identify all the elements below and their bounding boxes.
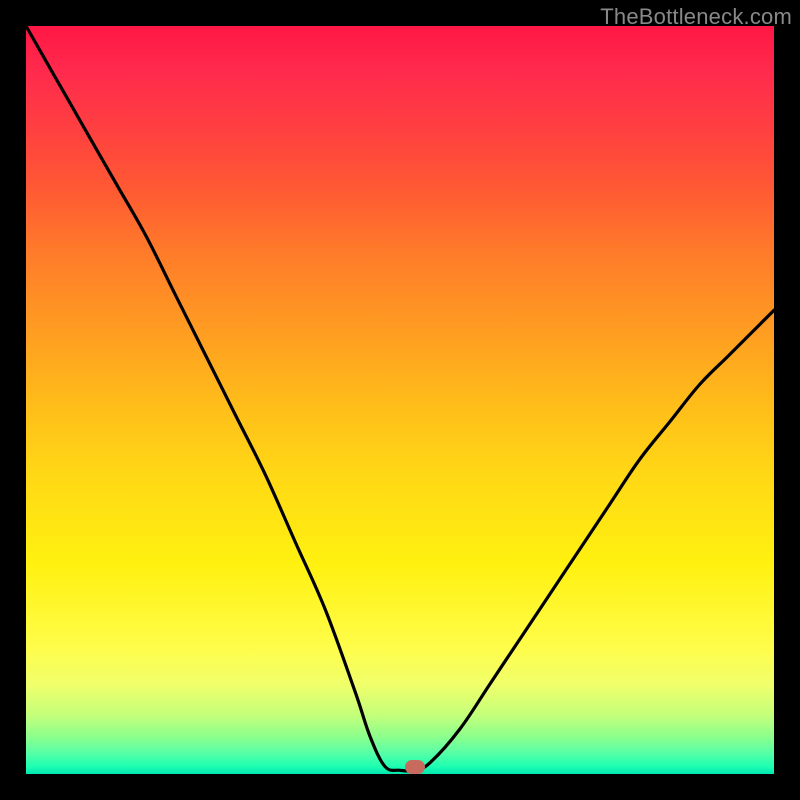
optimal-marker [405,760,425,774]
bottleneck-curve [26,26,774,774]
plot-area [26,26,774,774]
chart-frame: TheBottleneck.com [0,0,800,800]
